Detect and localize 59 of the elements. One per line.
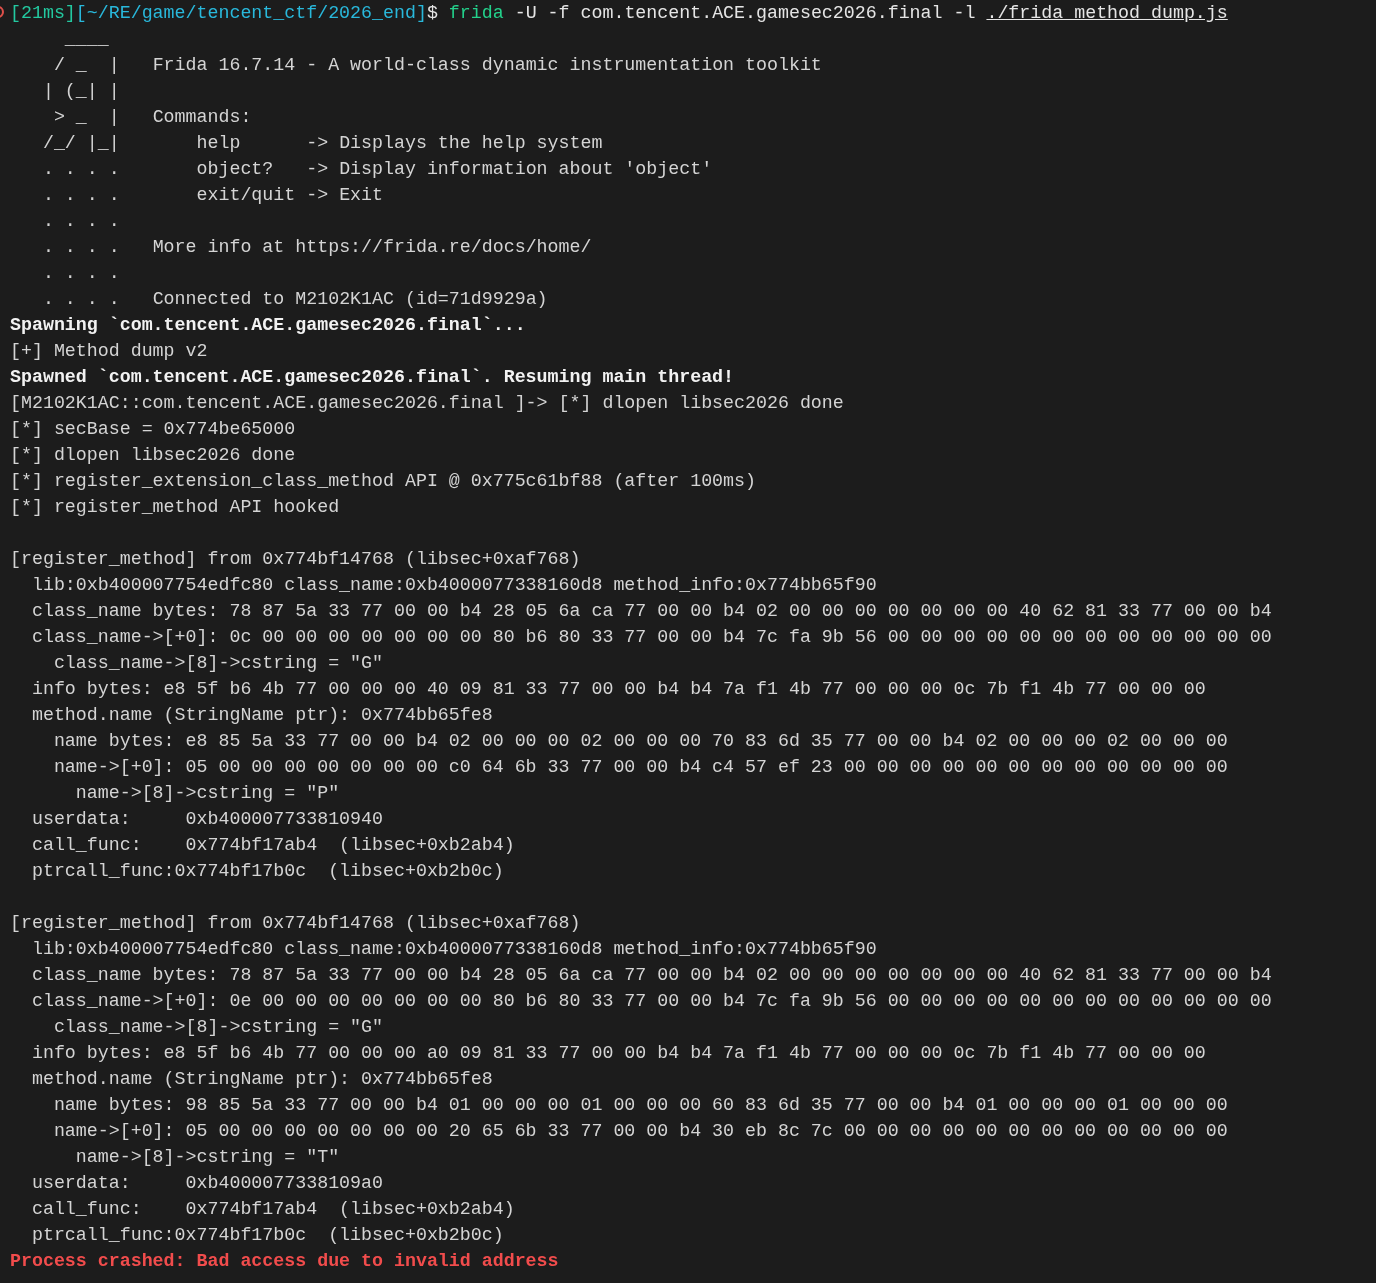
- terminal-line: class_name bytes: 78 87 5a 33 77 00 00 b4 28 05 6a ca 77 00 00 b4 02 00 00 00 00 00 00 00 40 62 81 33 77 00 00 b4: [30, 965, 1272, 985]
- terminal-line: info bytes: e8 5f b6 4b 77 00 00 00 40 09 81 33 77 00 00 b4 b4 7a f1 4b 77 00 00 00 0c 7b f1 4b 77 00 00 00: [30, 679, 1206, 699]
- status-line: Spawned `com.tencent.ACE.gamesec2026.final`. Resuming main thread!: [10, 367, 735, 387]
- ascii-art: . . . .: [41, 211, 120, 231]
- error-message: Process crashed: Bad access due to invalid address: [10, 1251, 559, 1271]
- prompt-symbol: $: [426, 3, 438, 23]
- terminal-line: More info at https://frida.re/docs/home/: [151, 237, 592, 257]
- terminal-line: class_name bytes: 78 87 5a 33 77 00 00 b4 28 05 6a ca 77 00 00 b4 02 00 00 00 00 00 00 00 40 62 81 33 77 00 00 b4: [30, 601, 1272, 621]
- terminal-line: call_func: 0x774bf17ab4 (libsec+0xb2ab4): [30, 1199, 515, 1219]
- terminal-line: userdata: 0xb4000077338109a0: [30, 1173, 383, 1193]
- terminal-line: name->[+0]: 05 00 00 00 00 00 00 00 20 65 6b 33 77 00 00 b4 30 eb 8c 7c 00 00 00 00 00 00 00 00 00 00 00 00: [52, 1121, 1228, 1141]
- ascii-art: . . . .: [41, 263, 120, 283]
- terminal-line: class_name->[8]->cstring = "G": [52, 1017, 383, 1037]
- terminal-line: method.name (StringName ptr): 0x774bb65fe8: [30, 1069, 493, 1089]
- command-name: frida: [447, 3, 504, 23]
- terminal-line: [*] register_extension_class_method API @ 0x775c61bf88 (after 100ms): [10, 471, 756, 491]
- ascii-art: . . . .: [41, 185, 120, 205]
- terminal-line: info bytes: e8 5f b6 4b 77 00 00 00 a0 09 81 33 77 00 00 b4 b4 7a f1 4b 77 00 00 00 0c 7b f1 4b 77 00 00 00: [30, 1043, 1206, 1063]
- prompt-path: [~/RE/game/tencent_ctf/2026_end]: [75, 3, 427, 23]
- terminal-line: Frida 16.7.14 - A world-class dynamic instrumentation toolkit: [151, 55, 822, 75]
- script-path-link[interactable]: ./frida_method_dump.js: [986, 3, 1228, 23]
- ascii-art: . . . .: [41, 289, 120, 309]
- terminal-line: Commands:: [151, 107, 252, 127]
- ascii-art: . . . .: [41, 237, 120, 257]
- terminal-line: class_name->[+0]: 0c 00 00 00 00 00 00 00 80 b6 80 33 77 00 00 b4 7c fa 9b 56 00 00 00 00 00 00 00 00 00 00 00 00: [30, 627, 1272, 647]
- ascii-art: | (_| |: [41, 81, 120, 101]
- prompt-time: [21ms]: [10, 3, 76, 23]
- terminal-line: exit/quit -> Exit: [195, 185, 383, 205]
- terminal-line: class_name->[+0]: 0e 00 00 00 00 00 00 00 80 b6 80 33 77 00 00 b4 7c fa 9b 56 00 00 00 00 00 00 00 00 00 00 00 00: [30, 991, 1272, 1011]
- terminal-line: class_name->[8]->cstring = "G": [52, 653, 383, 673]
- terminal-line: [M2102K1AC::com.tencent.ACE.gamesec2026.final ]-> [*] dlopen libsec2026 done: [10, 393, 844, 413]
- terminal-line: Connected to M2102K1AC (id=71d9929a): [151, 289, 548, 309]
- terminal-line: ptrcall_func:0x774bf17b0c (libsec+0xb2b0c): [30, 861, 504, 881]
- terminal-line: [+] Method dump v2: [10, 341, 208, 361]
- terminal-line: lib:0xb400007754edfc80 class_name:0xb4000077338160d8 method_info:0x774bb65f90: [30, 939, 877, 959]
- terminal-line: [register_method] from 0x774bf14768 (libsec+0xaf768): [10, 913, 581, 933]
- ascii-art: ____: [63, 29, 109, 49]
- ascii-art: > _ |: [52, 107, 120, 127]
- terminal-line: help -> Displays the help system: [195, 133, 603, 153]
- terminal-line: object? -> Display information about 'object': [195, 159, 713, 179]
- command-args: -U -f com.tencent.ACE.gamesec2026.final -l: [513, 3, 977, 23]
- terminal-line: name->[8]->cstring = "T": [74, 1147, 340, 1167]
- terminal-line: name bytes: e8 85 5a 33 77 00 00 b4 02 00 00 00 02 00 00 00 70 83 6d 35 77 00 00 b4 02 00 00 00 02 00 00 00: [52, 731, 1228, 751]
- terminal-line: call_func: 0x774bf17ab4 (libsec+0xb2ab4): [30, 835, 515, 855]
- terminal-line: name bytes: 98 85 5a 33 77 00 00 b4 01 00 00 00 01 00 00 00 60 83 6d 35 77 00 00 b4 01 00 00 00 01 00 00 00: [52, 1095, 1228, 1115]
- terminal-line: ptrcall_func:0x774bf17b0c (libsec+0xb2b0c): [30, 1225, 504, 1245]
- terminal-line: name->[8]->cstring = "P": [74, 783, 340, 803]
- terminal-line: [*] register_method API hooked: [10, 497, 340, 517]
- terminal-line: userdata: 0xb400007733810940: [30, 809, 383, 829]
- ascii-art: . . . .: [41, 159, 120, 179]
- terminal-line: [register_method] from 0x774bf14768 (libsec+0xaf768): [10, 549, 581, 569]
- terminal-line: name->[+0]: 05 00 00 00 00 00 00 00 c0 64 6b 33 77 00 00 b4 c4 57 ef 23 00 00 00 00 00 00 00 00 00 00 00 00: [52, 757, 1228, 777]
- terminal-line: [*] secBase = 0x774be65000: [10, 419, 296, 439]
- status-line: Spawning `com.tencent.ACE.gamesec2026.final`...: [10, 315, 526, 335]
- terminal-line: lib:0xb400007754edfc80 class_name:0xb4000077338160d8 method_info:0x774bb65f90: [30, 575, 877, 595]
- terminal-line: [*] dlopen libsec2026 done: [10, 445, 296, 465]
- terminal-line: method.name (StringName ptr): 0x774bb65fe8: [30, 705, 493, 725]
- ascii-art: / _ |: [52, 55, 120, 75]
- ascii-art: /_/ |_|: [41, 133, 120, 153]
